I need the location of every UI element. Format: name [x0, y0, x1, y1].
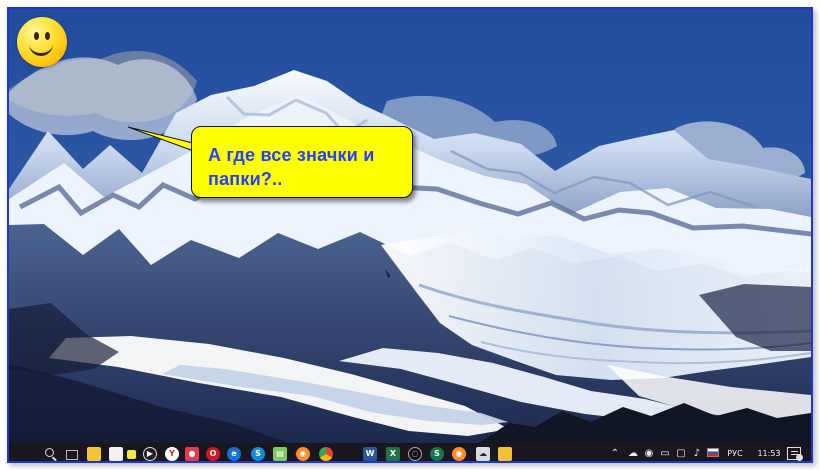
battery-icon[interactable]: ▭ [658, 446, 672, 461]
clock[interactable]: 11:53 [754, 446, 784, 461]
word-icon[interactable]: W [363, 447, 377, 461]
folder-icon[interactable] [87, 447, 101, 461]
speech-bubble-text: А где все значки и папки?.. [208, 143, 408, 191]
search-icon[interactable] [43, 446, 59, 461]
cloud-icon[interactable]: ☁ [476, 447, 490, 461]
notepad-icon[interactable] [109, 447, 123, 461]
notes-icon[interactable]: ▤ [273, 447, 287, 461]
edge-icon[interactable]: e [227, 447, 241, 461]
opera-icon[interactable]: O [206, 447, 220, 461]
speech-bubble-line-2: папки?.. [208, 169, 283, 189]
screenshot-frame: А где все значки и папки?.. ▶ Y ● O e S … [7, 7, 813, 463]
eye-icon[interactable]: ◉ [643, 446, 655, 461]
task-view-icon[interactable] [63, 446, 79, 461]
firefox-second-icon[interactable]: ◉ [452, 447, 466, 461]
speech-bubble: А где все значки и папки?.. [191, 126, 413, 198]
speaker-icon[interactable]: ♪ [691, 446, 703, 461]
small-app-icon[interactable] [127, 450, 136, 459]
speech-bubble-tail [128, 126, 198, 151]
start-button[interactable] [17, 448, 29, 460]
excel-icon[interactable]: X [386, 447, 400, 461]
chrome-icon[interactable] [319, 447, 333, 461]
taskbar: ▶ Y ● O e S ▤ ◉ W X ◌ S ◉ ☁ ⌃ ☁ ◉ ▭ ▢ ♪ … [9, 443, 811, 461]
notification-icon[interactable] [787, 447, 803, 461]
language-indicator[interactable]: РУС [724, 446, 746, 461]
display-icon[interactable]: ▢ [675, 446, 687, 461]
desktop[interactable]: А где все значки и папки?.. [9, 9, 811, 443]
spreadsheet-icon[interactable]: S [430, 447, 444, 461]
skype-icon[interactable]: S [251, 447, 265, 461]
cloud-tray-icon[interactable]: ☁ [627, 446, 639, 461]
smiley-face-icon [17, 17, 67, 67]
speech-bubble-line-1: А где все значки и [208, 145, 375, 165]
russian-flag-icon[interactable] [707, 448, 719, 457]
app-icon[interactable]: ◌ [408, 447, 422, 461]
smiley-mouth [29, 39, 53, 56]
chevron-up-icon[interactable]: ⌃ [609, 446, 621, 461]
yandex-icon[interactable]: Y [165, 447, 179, 461]
mountain-glacier-wallpaper [9, 9, 811, 443]
camera-icon[interactable]: ● [185, 447, 199, 461]
system-tray: ⌃ ☁ ◉ ▭ ▢ ♪ РУС 11:53 [609, 443, 811, 461]
folder-app-icon[interactable] [498, 447, 512, 461]
firefox-icon[interactable]: ◉ [296, 447, 310, 461]
media-player-icon[interactable]: ▶ [143, 447, 157, 461]
